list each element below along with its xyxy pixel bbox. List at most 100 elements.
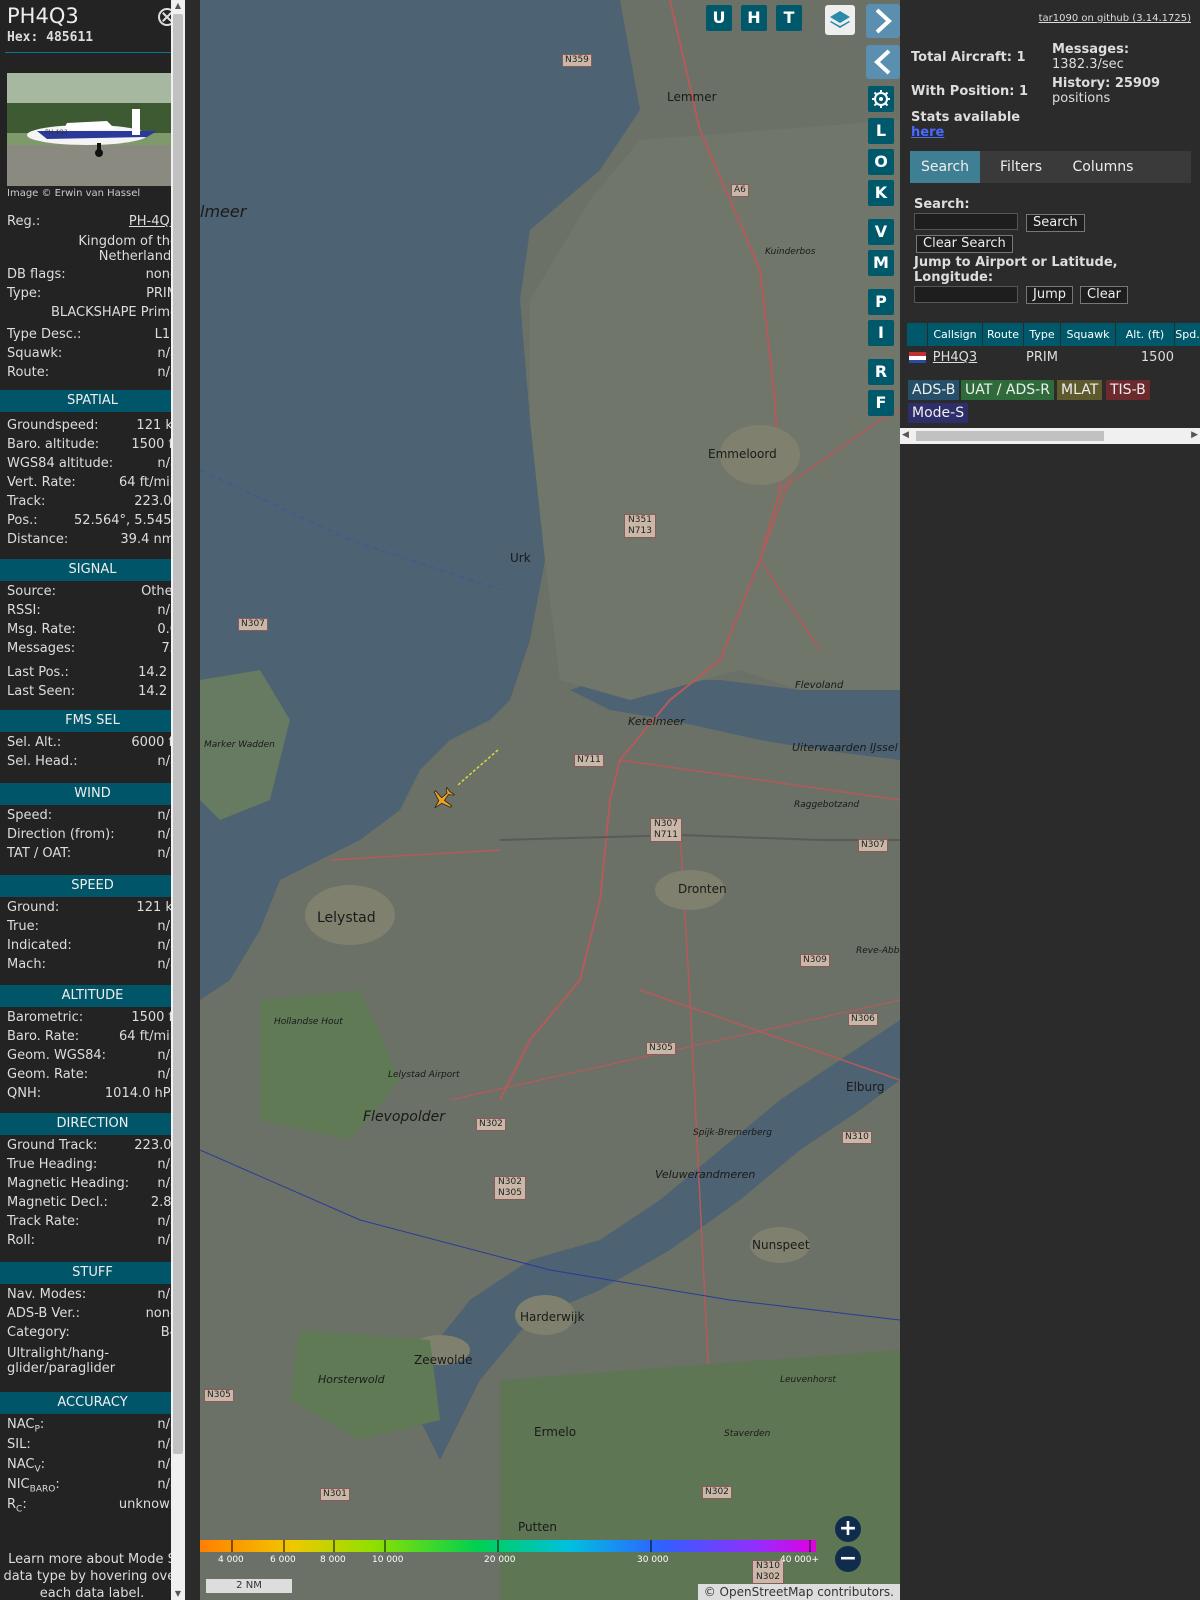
colorbar-label: 30 000 [637, 1555, 669, 1565]
source-tisb[interactable]: TIS-B [1106, 380, 1150, 400]
table-header-route[interactable]: Route [983, 323, 1023, 346]
table-header-altitude[interactable]: Alt. (ft) [1116, 323, 1174, 346]
info-row-type: Type: PRIM [7, 286, 178, 301]
layers-icon[interactable] [825, 5, 855, 35]
row-callsign[interactable]: PH4Q3 [928, 347, 982, 368]
clear-jump-button[interactable]: Clear [1080, 286, 1128, 304]
info-panel-scrollbar[interactable]: ▲ ▼ [171, 0, 185, 1600]
aircraft-hex: Hex: 485611 [7, 30, 94, 45]
info-row-reg: Reg.: PH-4Q3 [7, 214, 178, 229]
svg-text:PH-4Q3: PH-4Q3 [45, 129, 68, 136]
tab-search[interactable]: Search [910, 151, 980, 183]
map-button-p[interactable]: P [868, 289, 894, 315]
map-button-t[interactable]: T [776, 5, 802, 31]
info-value: 64 ft/min [118, 475, 178, 490]
tab-columns[interactable]: Columns [1060, 151, 1146, 183]
map-button-l[interactable]: L [868, 118, 894, 144]
info-label: Baro. Rate: [7, 1029, 80, 1044]
place-label: Elburg [846, 1080, 885, 1094]
clear-search-button[interactable]: Clear Search [916, 235, 1013, 253]
info-row-speed: Mach: n/a [7, 957, 178, 976]
info-label: Pos.: [7, 513, 38, 528]
info-row-spatial: Distance: 39.4 nmi [7, 532, 178, 551]
gear-icon [872, 90, 890, 108]
jump-input[interactable] [914, 286, 1018, 303]
aircraft-photo[interactable]: PH-4Q3 [7, 73, 178, 186]
info-label: RSSI: [7, 603, 41, 618]
info-label: Geom. WGS84: [7, 1048, 107, 1063]
zoom-out-button[interactable]: − [835, 1546, 861, 1572]
scroll-up-arrow-icon[interactable]: ▲ [171, 0, 185, 12]
search-input[interactable] [914, 213, 1018, 230]
table-horizontal-scrollbar[interactable]: ◀ ▶ [900, 428, 1200, 444]
source-adsb[interactable]: ADS-B [908, 380, 960, 400]
scroll-down-arrow-icon[interactable]: ▼ [171, 1588, 185, 1600]
nl-flag-icon [909, 352, 926, 363]
hscroll-thumb[interactable] [916, 431, 1104, 441]
row-squawk [1061, 347, 1115, 368]
place-label: Lemmer [667, 90, 717, 104]
zoom-in-button[interactable]: + [835, 1516, 861, 1542]
table-header-squawk[interactable]: Squawk [1061, 323, 1115, 346]
info-label: True Heading: [7, 1157, 98, 1172]
place-label: Ketelmeer [628, 715, 685, 728]
table-header-speed[interactable]: Spd. [1175, 323, 1200, 346]
info-label: Baro. altitude: [7, 437, 100, 452]
history-label: History: 25909 [1052, 76, 1161, 91]
stats-link[interactable]: here [911, 125, 944, 140]
info-row-direction: Magnetic Heading: n/a [7, 1176, 178, 1195]
info-value: unknown [118, 1497, 178, 1512]
search-button[interactable]: Search [1026, 214, 1085, 232]
settings-button[interactable] [868, 86, 894, 112]
with-position: With Position: 1 [911, 84, 1029, 99]
map-attribution[interactable]: © OpenStreetMap contributors. [697, 1584, 900, 1600]
map-button-k[interactable]: K [868, 180, 894, 206]
aircraft-marker-icon[interactable] [430, 786, 456, 812]
map-button-u[interactable]: U [706, 5, 732, 31]
info-row-fms: Sel. Head.: n/a [7, 754, 178, 773]
table-header-type[interactable]: Type [1024, 323, 1060, 346]
map-button-i[interactable]: I [868, 320, 894, 346]
place-label: Leuvenhorst [780, 1375, 836, 1385]
source-uat[interactable]: UAT / ADS-R [961, 380, 1054, 400]
info-label: SIL: [7, 1437, 31, 1452]
scroll-right-arrow-icon[interactable]: ▶ [1191, 430, 1198, 440]
place-label: Reve-Abbert [856, 946, 900, 956]
scroll-left-arrow-icon[interactable]: ◀ [902, 430, 909, 440]
collapse-panel-button[interactable] [866, 45, 900, 79]
github-link[interactable]: tar1090 on github (3.14.1725) [1039, 13, 1191, 24]
tab-filters[interactable]: Filters [986, 151, 1056, 183]
map-button-h[interactable]: H [741, 5, 767, 31]
row-route [983, 347, 1023, 368]
jump-button[interactable]: Jump [1026, 286, 1073, 304]
place-label: Veluwerandmeren [655, 1168, 756, 1181]
info-label: Magnetic Decl.: [7, 1195, 108, 1210]
info-value: 1014.0 hPa [104, 1086, 178, 1101]
map-button-m[interactable]: M [868, 250, 894, 276]
place-label: Kuinderbos [765, 247, 816, 257]
map-button-f[interactable]: F [868, 390, 894, 416]
info-label: NACP: [7, 1417, 45, 1435]
section-header-speed: SPEED [0, 875, 185, 897]
info-row-signal: Last Pos.: 14.2 s [7, 665, 178, 684]
source-modes[interactable]: Mode-S [908, 403, 969, 423]
info-row-accuracy: NICBARO: n/a [7, 1477, 178, 1496]
info-label: Magnetic Heading: [7, 1176, 130, 1191]
history-value: positions [1052, 91, 1111, 106]
place-label: Ermelo [534, 1425, 577, 1439]
map-button-v[interactable]: V [868, 219, 894, 245]
source-mlat[interactable]: MLAT [1057, 380, 1103, 400]
road-label: N302 N305 [494, 1176, 526, 1200]
map-view[interactable]: Lemmer Emmeloord Urk Lelystad Dronten Fl… [200, 0, 900, 1600]
road-label: N301 [320, 1488, 350, 1501]
table-header-callsign[interactable]: Callsign [928, 323, 982, 346]
scrollbar-thumb[interactable] [173, 14, 183, 1454]
info-label: Groundspeed: [7, 418, 99, 433]
info-value: 64 ft/min [118, 1029, 178, 1044]
place-label: Harderwijk [520, 1310, 585, 1324]
map-button-o[interactable]: O [868, 149, 894, 175]
map-button-r[interactable]: R [868, 359, 894, 385]
expand-panel-button[interactable] [866, 4, 900, 38]
info-row-direction: True Heading: n/a [7, 1157, 178, 1176]
info-label: Sel. Alt.: [7, 735, 62, 750]
